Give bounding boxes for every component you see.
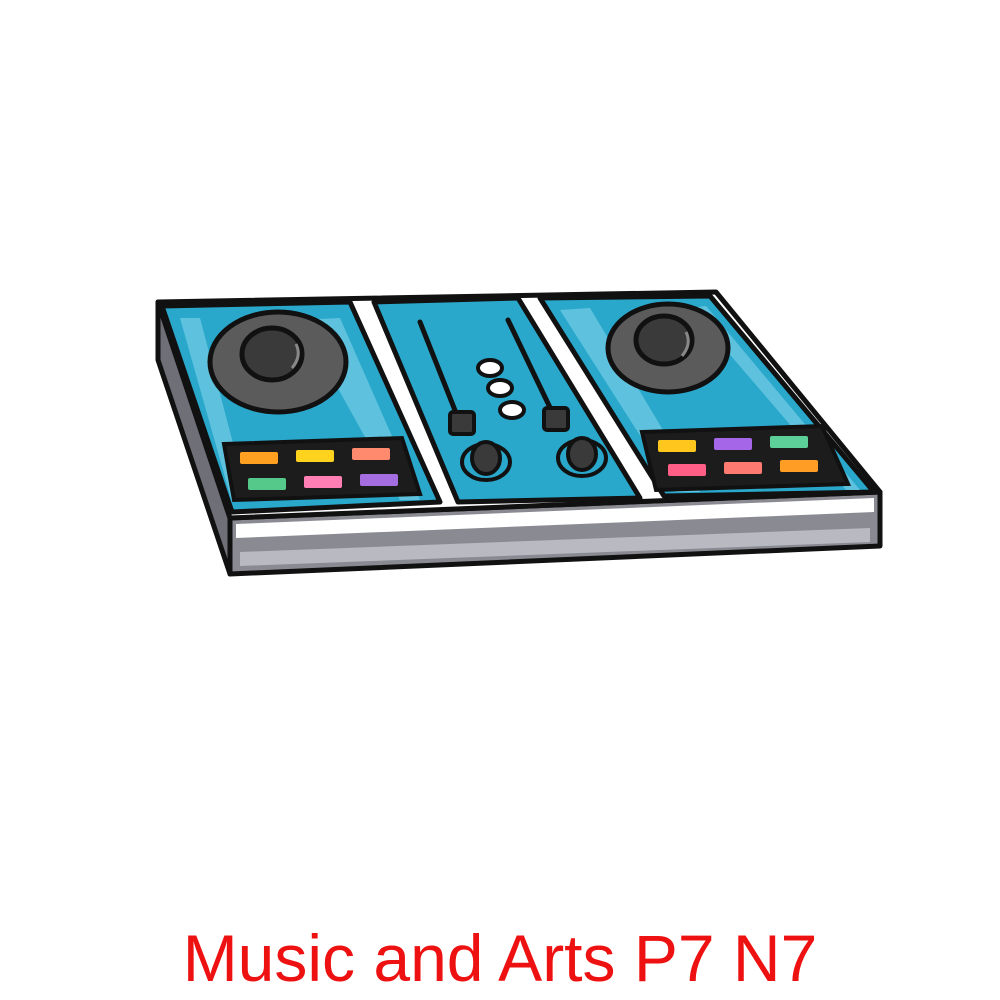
right-pad-panel xyxy=(639,423,852,493)
caption: Music and Arts P7 N7 xyxy=(182,921,818,995)
pad-button[interactable] xyxy=(296,450,334,462)
pad-button[interactable] xyxy=(352,448,390,460)
mixer-button-2[interactable] xyxy=(486,378,514,398)
pad-button[interactable] xyxy=(714,438,752,450)
mixer-button-1[interactable] xyxy=(476,358,504,378)
pad-button[interactable] xyxy=(248,478,286,490)
left-platter[interactable] xyxy=(207,309,349,415)
pad-button[interactable] xyxy=(770,436,808,448)
mixer-button-3[interactable] xyxy=(498,400,526,420)
pad-button[interactable] xyxy=(658,440,696,452)
pad-button[interactable] xyxy=(780,460,818,472)
pad-button[interactable] xyxy=(304,476,342,488)
dj-controller-icon xyxy=(155,289,883,577)
left-fader-cap[interactable] xyxy=(448,410,476,436)
pad-button[interactable] xyxy=(240,452,278,464)
pad-button[interactable] xyxy=(360,474,398,486)
pad-button[interactable] xyxy=(668,464,706,476)
left-pad-panel xyxy=(221,435,423,503)
right-fader-cap[interactable] xyxy=(542,406,570,432)
left-knob[interactable] xyxy=(460,440,512,482)
right-knob[interactable] xyxy=(556,436,608,478)
pad-button[interactable] xyxy=(724,462,762,474)
right-platter[interactable] xyxy=(605,301,731,395)
stage: Music and Arts P7 N7 xyxy=(0,0,1000,1000)
